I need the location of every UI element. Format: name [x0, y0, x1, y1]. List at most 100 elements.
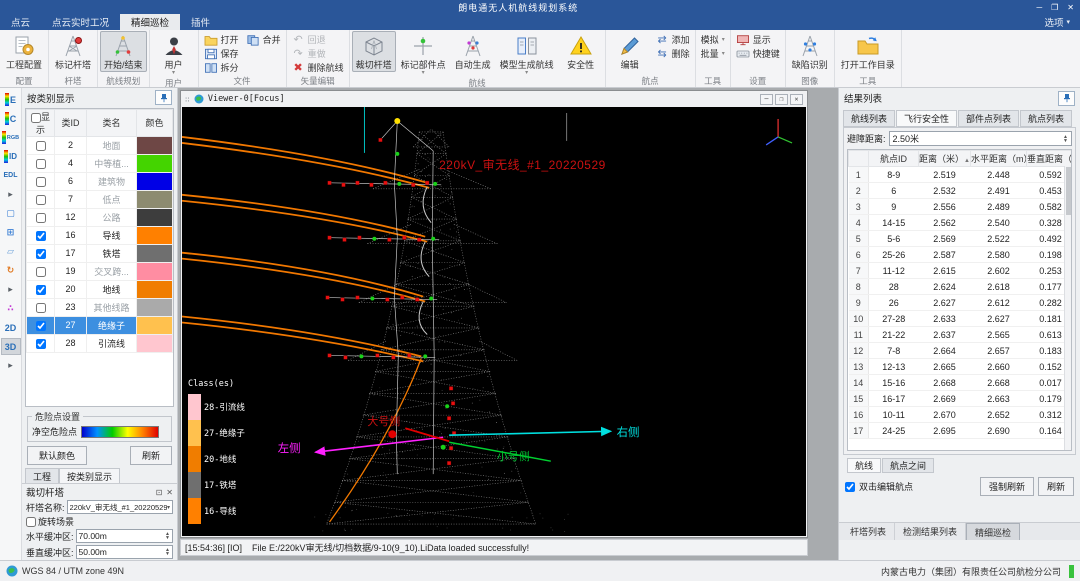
pin-button[interactable] — [155, 90, 172, 105]
class-color-swatch[interactable] — [137, 137, 172, 154]
class-visible-checkbox[interactable] — [36, 159, 46, 169]
close-icon[interactable]: ✕ — [1067, 3, 1074, 12]
table-row[interactable]: 14 15-16 2.668 2.668 0.017 — [849, 375, 1073, 391]
class-row[interactable]: 16 导线 — [27, 226, 173, 244]
close-panel-icon[interactable]: ✕ — [166, 488, 173, 497]
class-row[interactable]: 27 绝缘子 — [27, 316, 173, 334]
mark-part-point-button[interactable]: 标记部件点 ▾ — [397, 31, 450, 77]
class-color-swatch[interactable] — [137, 155, 172, 172]
colorize-id-button[interactable]: ID — [1, 148, 21, 165]
open-workdir-button[interactable]: 打开工作目录 — [837, 31, 899, 72]
save-button[interactable]: 保存 — [201, 47, 242, 60]
viewer-close-icon[interactable]: ✕ — [790, 94, 803, 105]
colorize-elevation-button[interactable]: E — [1, 91, 21, 108]
right-bottom-tab[interactable]: 检测结果列表 — [895, 523, 966, 540]
refresh-button[interactable]: 刷新 — [130, 446, 172, 465]
default-color-button[interactable]: 默认颜色 — [27, 446, 87, 465]
class-visible-checkbox[interactable] — [36, 321, 46, 331]
horizontal-buffer-spinner[interactable]: 70.00m ▲▼ — [76, 529, 173, 543]
split-button[interactable]: 拆分 — [201, 61, 242, 74]
simulate-button[interactable]: 模拟 ▾ — [698, 33, 728, 46]
redo-button[interactable]: ↷ 重做 — [289, 47, 347, 60]
table-row[interactable]: 15 16-17 2.669 2.663 0.179 — [849, 391, 1073, 407]
class-visible-checkbox[interactable] — [36, 339, 46, 349]
view-2d-button[interactable]: 2D — [1, 319, 21, 336]
spinner-arrows-icon[interactable]: ▲▼ — [1063, 135, 1068, 143]
slice-button[interactable]: ▱ — [1, 243, 21, 260]
class-visible-checkbox[interactable] — [36, 231, 46, 241]
class-visible-checkbox[interactable] — [36, 213, 46, 223]
class-color-swatch[interactable] — [137, 209, 172, 226]
viewer-title-bar[interactable]: ∷ Viewer-0[Focus] ─ ❐ ✕ — [181, 91, 807, 107]
rotate-button[interactable]: ↻ — [1, 262, 21, 279]
class-color-swatch[interactable] — [137, 317, 172, 334]
left-panel-tab[interactable]: 按类别显示 — [59, 468, 120, 483]
class-color-swatch[interactable] — [137, 263, 172, 280]
safety-sub-tab[interactable]: 航线 — [847, 458, 881, 473]
right-bottom-tab[interactable]: 精细巡检 — [966, 523, 1020, 540]
result-tab[interactable]: 航线列表 — [843, 110, 895, 127]
viewport-3d[interactable]: 220kV_审无线_#1_20220529 左侧 右侧 大号侧 小号侧 Clas… — [182, 107, 806, 536]
class-color-swatch[interactable] — [137, 335, 172, 352]
table-row[interactable]: 6 25-26 2.587 2.580 0.198 — [849, 247, 1073, 263]
class-visible-checkbox[interactable] — [36, 195, 46, 205]
obstacle-distance-spinner[interactable]: 2.50米 ▲▼ — [889, 131, 1072, 146]
class-color-swatch[interactable] — [137, 299, 172, 316]
edit-waypoint-button[interactable]: 编辑 — [608, 31, 652, 72]
class-row[interactable]: 20 地线 — [27, 280, 173, 298]
class-visible-checkbox[interactable] — [36, 141, 46, 151]
class-row[interactable]: 2 地面 — [27, 136, 173, 154]
left-panel-tab[interactable]: 工程 — [25, 468, 59, 483]
result-tab[interactable]: 航点列表 — [1020, 110, 1072, 127]
show-all-checkbox[interactable] — [31, 113, 41, 123]
open-button[interactable]: 打开 — [201, 33, 242, 46]
delete-waypoint-button[interactable]: ⇆ 删除 — [653, 47, 693, 60]
colorize-rgb-button[interactable]: RGB — [1, 129, 21, 146]
minimize-icon[interactable]: ─ — [1036, 3, 1042, 12]
class-visible-checkbox[interactable] — [36, 267, 46, 277]
safety-sub-tab[interactable]: 航点之间 — [882, 458, 934, 473]
right-bottom-tab[interactable]: 杆塔列表 — [842, 523, 895, 540]
class-row[interactable]: 28 引流线 — [27, 334, 173, 352]
table-row[interactable]: 16 10-11 2.670 2.652 0.312 — [849, 407, 1073, 423]
class-row[interactable]: 23 其他线路 — [27, 298, 173, 316]
expand-arrow-icon[interactable]: ▸ — [1, 281, 21, 298]
result-tab[interactable]: 部件点列表 — [958, 110, 1019, 127]
menu-tab[interactable]: 精细巡检 — [120, 14, 180, 30]
delete-route-button[interactable]: ✖ 删除航线 — [289, 61, 347, 74]
start-end-button[interactable]: 开始/结束 — [100, 31, 147, 72]
crop-tower-button[interactable]: 裁切杆塔 — [352, 31, 396, 72]
model-generate-route-button[interactable]: 模型生成航线 ▾ — [496, 31, 558, 77]
class-color-swatch[interactable] — [137, 227, 172, 244]
class-color-swatch[interactable] — [137, 245, 172, 262]
edl-button[interactable]: EDL — [1, 167, 21, 184]
add-waypoint-button[interactable]: ⇄ 添加 — [653, 33, 693, 46]
point-tools-button[interactable]: ∴ — [1, 300, 21, 317]
result-tab[interactable]: 飞行安全性 — [896, 110, 957, 127]
force-refresh-button[interactable]: 强制刷新 — [980, 477, 1034, 496]
cube-view-button[interactable]: ▢ — [1, 205, 21, 222]
table-row[interactable]: 13 12-13 2.665 2.660 0.152 — [849, 359, 1073, 375]
project-config-button[interactable]: 工程配置 — [2, 31, 46, 72]
table-row[interactable]: 11 21-22 2.637 2.565 0.613 — [849, 327, 1073, 343]
viewer-minimize-icon[interactable]: ─ — [760, 94, 773, 105]
float-panel-icon[interactable]: ⊡ — [156, 488, 163, 497]
rotate-scene-checkbox[interactable] — [26, 517, 36, 527]
class-visible-checkbox[interactable] — [36, 177, 46, 187]
class-row[interactable]: 7 低点 — [27, 190, 173, 208]
class-row[interactable]: 6 建筑物 — [27, 172, 173, 190]
menu-tab[interactable]: 点云 — [0, 14, 41, 30]
display-button[interactable]: 显示 — [733, 33, 783, 46]
clearance-gradient-bar[interactable] — [81, 426, 159, 438]
waypoint-markers[interactable] — [326, 118, 456, 465]
double-click-edit-checkbox[interactable] — [845, 482, 855, 492]
maximize-icon[interactable]: ❐ — [1051, 3, 1058, 12]
table-row[interactable]: 3 9 2.556 2.489 0.582 — [849, 199, 1073, 215]
table-row[interactable]: 7 11-12 2.615 2.602 0.253 — [849, 263, 1073, 279]
fit-view-button[interactable]: ⊞ — [1, 224, 21, 241]
class-row[interactable]: 19 交叉跨... — [27, 262, 173, 280]
class-color-swatch[interactable] — [137, 173, 172, 190]
table-row[interactable]: 10 27-28 2.633 2.627 0.181 — [849, 311, 1073, 327]
class-visible-checkbox[interactable] — [36, 249, 46, 259]
expand-arrow-icon[interactable]: ▸ — [1, 186, 21, 203]
